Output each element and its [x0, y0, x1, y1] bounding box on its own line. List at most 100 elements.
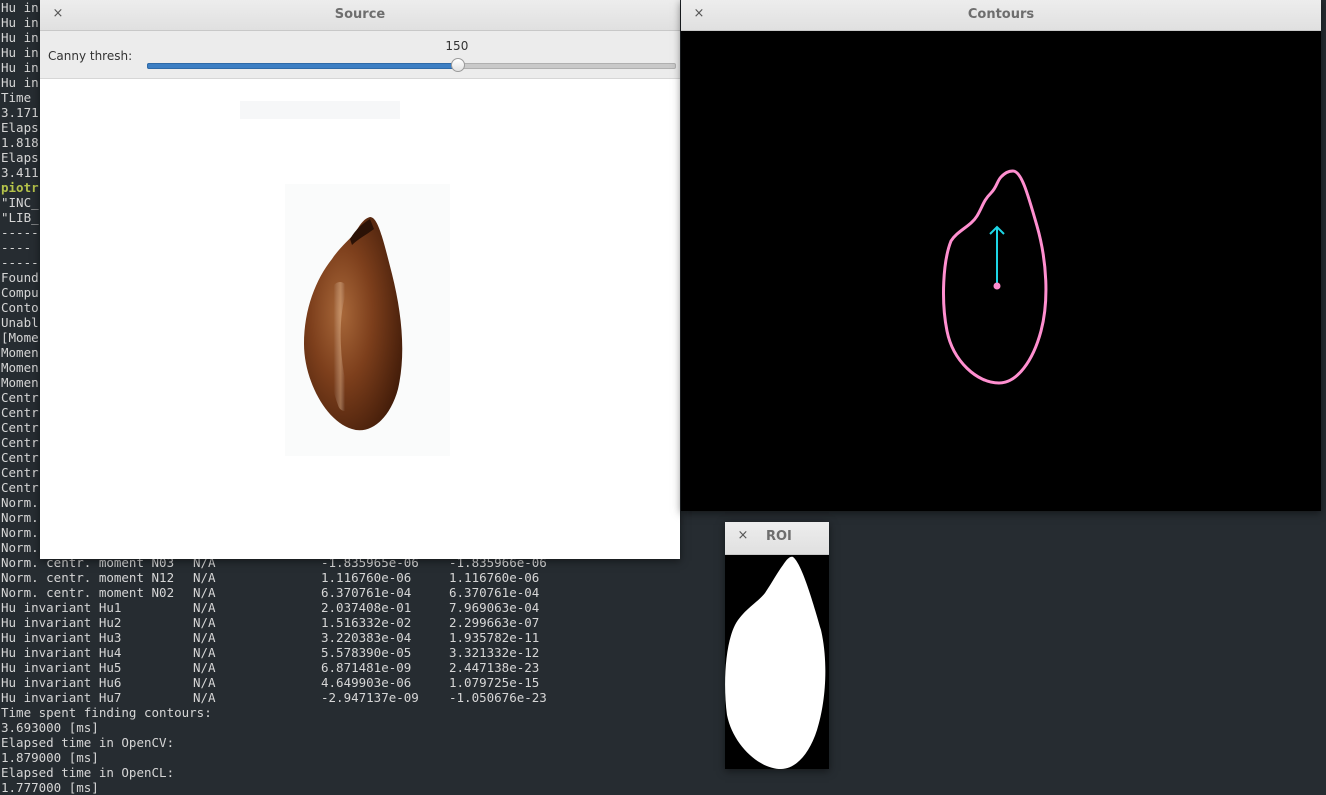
- terminal-table-cell-c: 1.935782e-11: [449, 630, 540, 645]
- terminal-line: Time: [1, 90, 39, 105]
- terminal-line: -----: [1, 255, 39, 270]
- terminal-line: Elaps: [1, 150, 39, 165]
- terminal-table-cell-a: N/A: [193, 660, 216, 675]
- terminal-table-cell-a: N/A: [193, 585, 216, 600]
- terminal-line: Hu in: [1, 75, 39, 90]
- terminal-table-cell-b: -2.947137e-09: [321, 690, 419, 705]
- terminal-table-cell-c: 3.321332e-12: [449, 645, 540, 660]
- terminal-table-cell-name: Hu invariant Hu2: [1, 615, 122, 630]
- terminal-table-cell-c: 2.447138e-23: [449, 660, 540, 675]
- terminal-line: Hu in: [1, 15, 39, 30]
- terminal-table-cell-name: Norm. centr. moment N02: [1, 585, 175, 600]
- terminal-line: Centr: [1, 480, 39, 495]
- terminal-line: 3.693000 [ms]: [1, 720, 99, 735]
- seed-mask: [725, 556, 826, 769]
- terminal-table-cell-a: N/A: [193, 690, 216, 705]
- terminal-table-cell-name: Hu invariant Hu6: [1, 675, 122, 690]
- terminal-line: 3.411: [1, 165, 39, 180]
- terminal-line: [Mome: [1, 330, 39, 345]
- terminal-table-cell-b: 1.116760e-06: [321, 570, 412, 585]
- terminal-line: Centr: [1, 450, 39, 465]
- terminal-line: Centr: [1, 390, 39, 405]
- contours-titlebar[interactable]: × Contours: [681, 0, 1321, 31]
- close-icon[interactable]: ×: [735, 528, 751, 544]
- seed-contour: [942, 169, 1048, 385]
- roi-titlebar[interactable]: × ROI: [725, 522, 829, 555]
- terminal-line: Momen: [1, 345, 39, 360]
- terminal-table-cell-name: Hu invariant Hu1: [1, 600, 122, 615]
- source-image: [40, 79, 680, 559]
- terminal-table-cell-name: Hu invariant Hu5: [1, 660, 122, 675]
- terminal-line: Unabl: [1, 315, 39, 330]
- faded-photo-caption: [240, 101, 400, 119]
- roi-mask-image: [725, 555, 829, 769]
- contours-image: [681, 31, 1321, 511]
- terminal-line: piotr: [1, 180, 39, 195]
- canny-thresh-value: 150: [445, 39, 469, 53]
- source-window[interactable]: × Source Canny thresh: 150: [40, 0, 680, 559]
- terminal-line: Norm.: [1, 540, 39, 555]
- terminal-line: Elapsed time in OpenCL:: [1, 765, 175, 780]
- contours-window-title: Contours: [967, 7, 1035, 22]
- terminal-table-cell-c: 1.079725e-15: [449, 675, 540, 690]
- terminal-line: 3.171: [1, 105, 39, 120]
- terminal-line: "LIB_: [1, 210, 39, 225]
- terminal-table-cell-c: -1.050676e-23: [449, 690, 547, 705]
- terminal-line: Norm.: [1, 495, 39, 510]
- terminal-line: Centr: [1, 465, 39, 480]
- terminal-line: Centr: [1, 405, 39, 420]
- terminal-table-cell-a: N/A: [193, 675, 216, 690]
- terminal-table-cell-c: 7.969063e-04: [449, 600, 540, 615]
- trackbar-panel: Canny thresh: 150: [40, 31, 680, 79]
- terminal-line: Norm.: [1, 510, 39, 525]
- terminal-line: Conto: [1, 300, 39, 315]
- terminal-line: Momen: [1, 375, 39, 390]
- centroid-marker: [993, 282, 1001, 290]
- terminal-table-cell-name: Hu invariant Hu4: [1, 645, 122, 660]
- terminal-table-cell-a: N/A: [193, 600, 216, 615]
- terminal-line: Elaps: [1, 120, 39, 135]
- terminal-line: Centr: [1, 420, 39, 435]
- terminal-line: Elapsed time in OpenCV:: [1, 735, 175, 750]
- terminal-table-cell-a: N/A: [193, 630, 216, 645]
- terminal-line: ----: [1, 240, 39, 255]
- source-titlebar[interactable]: × Source: [40, 0, 680, 31]
- terminal-table-cell-b: 3.220383e-04: [321, 630, 412, 645]
- canny-thresh-label: Canny thresh:: [48, 49, 133, 63]
- canny-thresh-slider-handle[interactable]: [450, 58, 465, 72]
- terminal-line: Compu: [1, 285, 39, 300]
- terminal-line: Norm.: [1, 525, 39, 540]
- terminal-line: 1.818: [1, 135, 39, 150]
- terminal-line: Found: [1, 270, 39, 285]
- terminal-table-cell-b: 2.037408e-01: [321, 600, 412, 615]
- terminal-line: Hu in: [1, 0, 39, 15]
- roi-window-title: ROI: [766, 529, 792, 544]
- terminal-table-cell-c: 1.116760e-06: [449, 570, 540, 585]
- terminal-table-cell-a: N/A: [193, 615, 216, 630]
- terminal-table-cell-b: 6.871481e-09: [321, 660, 412, 675]
- terminal-line: 1.777000 [ms]: [1, 780, 99, 795]
- terminal-line: "INC_: [1, 195, 39, 210]
- terminal-table-cell-b: 5.578390e-05: [321, 645, 412, 660]
- terminal-table-cell-b: 6.370761e-04: [321, 585, 412, 600]
- source-window-title: Source: [334, 7, 386, 22]
- terminal-line: Hu in: [1, 60, 39, 75]
- terminal-table-cell-c: 2.299663e-07: [449, 615, 540, 630]
- terminal-line: 1.879000 [ms]: [1, 750, 99, 765]
- terminal-table-cell-name: Norm. centr. moment N12: [1, 570, 175, 585]
- terminal-line: Hu in: [1, 45, 39, 60]
- terminal-table-cell-b: 1.516332e-02: [321, 615, 412, 630]
- terminal-line: Time spent finding contours:: [1, 705, 212, 720]
- terminal-line: Momen: [1, 360, 39, 375]
- roi-window[interactable]: × ROI: [725, 522, 829, 769]
- terminal-line: -----: [1, 225, 39, 240]
- canny-thresh-slider-fill: [147, 63, 459, 69]
- terminal-table-cell-a: N/A: [193, 645, 216, 660]
- contours-window[interactable]: × Contours: [681, 0, 1321, 511]
- terminal-table-cell-c: 6.370761e-04: [449, 585, 540, 600]
- terminal-table-cell-b: 4.649903e-06: [321, 675, 412, 690]
- terminal-line: Centr: [1, 435, 39, 450]
- terminal-table-cell-name: Hu invariant Hu3: [1, 630, 122, 645]
- terminal-table-cell-a: N/A: [193, 570, 216, 585]
- terminal-table-cell-name: Hu invariant Hu7: [1, 690, 122, 705]
